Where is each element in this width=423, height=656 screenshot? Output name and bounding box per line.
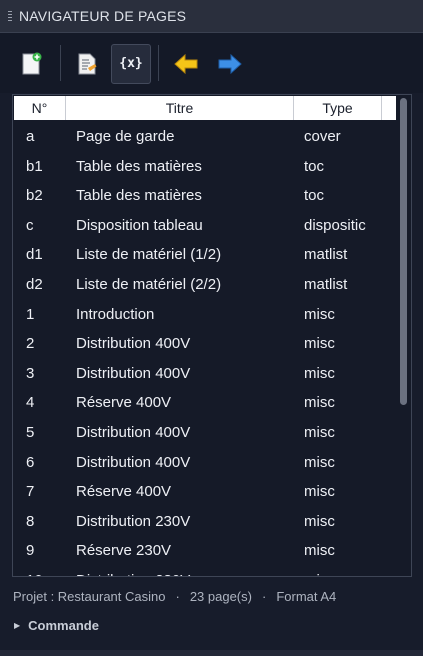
table-body: a Page de garde cover b1 Table des matières t… <box>13 122 397 576</box>
arrow-left-icon <box>174 53 198 75</box>
table-row[interactable]: 4 Réserve 400V misc <box>13 388 397 418</box>
table-row[interactable]: b1 Table des matières toc <box>13 152 397 182</box>
variables-button[interactable]: {x} <box>111 44 151 84</box>
cell-number: 8 <box>26 512 35 530</box>
cell-type: matlist <box>304 246 348 264</box>
table-row[interactable]: 10 Distribution 230V misc <box>13 566 397 576</box>
cell-number: d1 <box>26 246 43 264</box>
project-name: Projet : Restaurant Casino <box>13 589 166 604</box>
cell-type: matlist <box>304 275 348 293</box>
arrow-right-icon <box>218 53 242 75</box>
cell-type: misc <box>304 305 335 323</box>
cell-title: Introduction <box>76 305 155 323</box>
cell-number: d2 <box>26 275 43 293</box>
footer-separator: · <box>175 589 180 604</box>
cell-number: 4 <box>26 394 35 412</box>
cell-number: 5 <box>26 423 35 441</box>
cell-type: toc <box>304 157 325 175</box>
table-row[interactable]: 3 Distribution 400V misc <box>13 359 397 389</box>
cell-title: Réserve 400V <box>76 483 172 501</box>
cell-title: Disposition tableau <box>76 216 203 234</box>
cell-number: a <box>26 128 35 145</box>
cell-title: Distribution 400V <box>76 453 191 471</box>
cell-type: misc <box>304 512 335 530</box>
status-footer: Projet : Restaurant Casino · 23 page(s) · Fo… <box>13 589 336 604</box>
cell-title: Table des matières <box>76 157 202 175</box>
cell-title: Page de garde <box>76 128 175 145</box>
table-row[interactable]: 1 Introduction misc <box>13 300 397 330</box>
column-header-number[interactable]: N° <box>14 96 66 120</box>
table-row[interactable]: 8 Distribution 230V misc <box>13 507 397 537</box>
cell-type: misc <box>304 453 335 471</box>
cell-number: c <box>26 216 34 234</box>
table-row[interactable]: 7 Réserve 400V misc <box>13 477 397 507</box>
previous-page-button[interactable] <box>165 44 205 84</box>
pages-table: N° Titre Type a Page de garde cover b1 Table… <box>12 94 412 577</box>
cell-type: misc <box>304 542 335 560</box>
panel-title: NAVIGATEUR DE PAGES <box>19 8 187 24</box>
cell-title: Réserve 400V <box>76 394 172 412</box>
page-count: 23 page(s) <box>189 589 252 604</box>
cell-title: Distribution 400V <box>76 423 191 441</box>
cell-title: Réserve 230V <box>76 542 172 560</box>
table-row[interactable]: 5 Distribution 400V misc <box>13 418 397 448</box>
cell-title: Distribution 230V <box>76 512 191 530</box>
cell-title: Distribution 400V <box>76 364 191 382</box>
vertical-scrollbar[interactable] <box>400 98 407 405</box>
column-header-type[interactable]: Type <box>294 96 382 120</box>
table-row[interactable]: b2 Table des matières toc <box>13 181 397 211</box>
cell-number: 1 <box>26 305 35 323</box>
page-edit-icon <box>78 53 97 75</box>
toolbar: {x} <box>0 33 423 93</box>
toolbar-separator <box>158 45 159 81</box>
cell-number: 2 <box>26 335 35 353</box>
table-row[interactable]: 6 Distribution 400V misc <box>13 448 397 478</box>
variables-icon: {x} <box>119 56 143 71</box>
cell-number: 6 <box>26 453 35 471</box>
cell-title: Table des matières <box>76 187 202 205</box>
column-header-title[interactable]: Titre <box>66 96 294 120</box>
cell-type: misc <box>304 423 335 441</box>
footer-separator: · <box>261 589 267 604</box>
table-row[interactable]: 2 Distribution 400V misc <box>13 329 397 359</box>
toolbar-separator <box>60 45 61 81</box>
page-format: Format A4 <box>276 589 337 604</box>
cell-number: 3 <box>26 364 35 382</box>
cell-title: Liste de matériel (1/2) <box>76 246 222 264</box>
cell-number: b2 <box>26 187 43 205</box>
table-header: N° Titre Type <box>14 96 396 120</box>
table-row[interactable]: a Page de garde cover <box>13 122 397 152</box>
cell-number: 9 <box>26 542 35 560</box>
cell-type: misc <box>304 483 335 501</box>
command-label: Commande <box>28 618 99 633</box>
expand-arrow-icon: ▶ <box>14 621 21 630</box>
new-page-button[interactable] <box>11 44 51 84</box>
drag-grip-icon[interactable] <box>8 11 12 22</box>
cell-title: Distribution 400V <box>76 335 191 353</box>
cell-type: misc <box>304 394 335 412</box>
command-expander[interactable]: ▶ Commande <box>14 618 99 633</box>
cell-number: b1 <box>26 157 43 175</box>
cell-type: toc <box>304 187 325 205</box>
panel-title-bar: NAVIGATEUR DE PAGES <box>0 0 423 33</box>
cell-type: misc <box>304 572 384 576</box>
cell-title: Liste de matériel (2/2) <box>76 275 222 293</box>
table-row[interactable]: d1 Liste de matériel (1/2) matlist <box>13 240 397 270</box>
cell-type: misc <box>304 335 335 353</box>
cell-type: dispositic <box>304 216 366 234</box>
bottom-edge <box>0 650 423 656</box>
cell-number: 10 <box>26 572 43 576</box>
table-row[interactable]: 9 Réserve 230V misc <box>13 536 397 566</box>
cell-number: 7 <box>26 483 35 501</box>
cell-type: misc <box>304 364 335 382</box>
page-edit-button[interactable] <box>67 44 107 84</box>
cell-title: Distribution 230V <box>76 572 190 576</box>
cell-type: cover <box>304 128 341 145</box>
next-page-button[interactable] <box>209 44 249 84</box>
table-row[interactable]: c Disposition tableau dispositic <box>13 211 397 241</box>
table-row[interactable]: d2 Liste de matériel (2/2) matlist <box>13 270 397 300</box>
new-page-icon <box>22 52 42 75</box>
